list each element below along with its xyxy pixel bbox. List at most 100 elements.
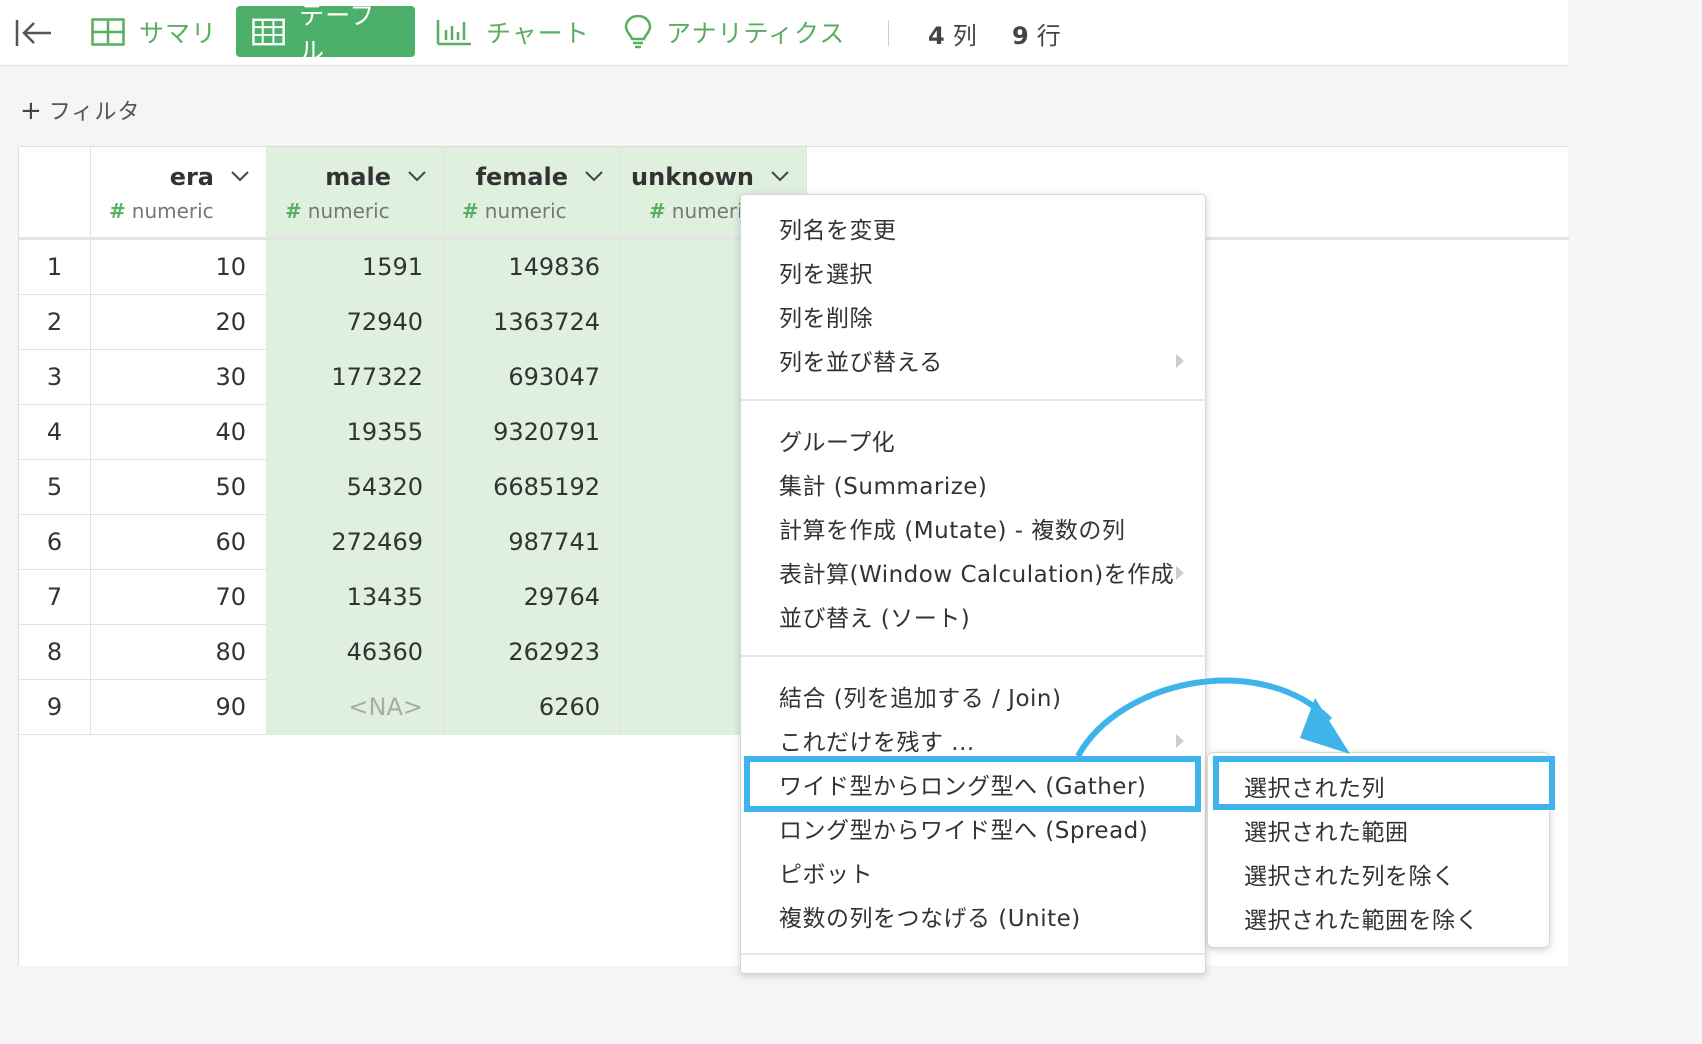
bar-chart-icon xyxy=(436,19,471,45)
table-cell[interactable]: 272469 xyxy=(267,515,444,570)
chevron-down-icon[interactable] xyxy=(770,169,790,183)
tab-analytics[interactable]: アナリティクス xyxy=(608,6,861,57)
menu-item-delete-column[interactable]: 列を削除 xyxy=(779,299,873,333)
menu-item-pivot[interactable]: ピボット xyxy=(779,855,873,889)
row-index-cell[interactable]: 1 xyxy=(19,240,91,295)
menu-divider xyxy=(741,953,1207,955)
rows-count-value: 9 xyxy=(1012,22,1029,50)
submenu-item-selected-range[interactable]: 選択された範囲 xyxy=(1244,813,1409,847)
lightbulb-icon xyxy=(624,14,652,48)
plus-icon: + xyxy=(20,96,43,126)
table-cell[interactable]: 80 xyxy=(91,625,267,680)
table-cell[interactable]: 72940 xyxy=(267,295,444,350)
column-header-female[interactable]: female # numeric xyxy=(444,147,621,237)
chevron-down-icon[interactable] xyxy=(407,169,427,183)
table-row: 880463602629235 xyxy=(19,625,807,680)
table-cell[interactable]: 19355 xyxy=(267,405,444,460)
menu-item-spread[interactable]: ロング型からワイド型へ (Spread) xyxy=(779,811,1148,845)
submenu-arrow-icon xyxy=(1176,566,1184,580)
menu-item-unite[interactable]: 複数の列をつなげる (Unite) xyxy=(779,899,1081,933)
column-name: female xyxy=(475,163,568,191)
column-type-label: numeric xyxy=(131,199,214,223)
column-type-label: numeri xyxy=(671,199,743,223)
row-index-cell[interactable]: 3 xyxy=(19,350,91,405)
submenu-arrow-icon xyxy=(1176,734,1184,748)
menu-item-join[interactable]: 結合 (列を追加する / Join) xyxy=(779,679,1061,713)
menu-item-select-column[interactable]: 列を選択 xyxy=(779,255,873,289)
row-index-header xyxy=(19,147,91,237)
submenu-item-selected-columns[interactable]: 選択された列 xyxy=(1244,769,1385,803)
column-name: male xyxy=(325,163,391,191)
row-index-cell[interactable]: 7 xyxy=(19,570,91,625)
column-type-label: numeric xyxy=(484,199,567,223)
submenu-item-exclude-selected-range[interactable]: 選択された範囲を除く xyxy=(1244,901,1479,935)
column-header-era[interactable]: era # numeric xyxy=(91,147,267,237)
tab-summary[interactable]: サマリ xyxy=(75,6,233,57)
submenu-item-exclude-selected-columns[interactable]: 選択された列を除く xyxy=(1244,857,1456,891)
menu-item-sort[interactable]: 並び替え (ソート) xyxy=(779,599,970,633)
tab-chart[interactable]: チャート xyxy=(420,6,606,57)
menu-item-rename-column[interactable]: 列名を変更 xyxy=(779,211,897,245)
tab-table[interactable]: テーブル xyxy=(236,1,415,66)
numeric-type-icon: # xyxy=(649,199,666,223)
table-cell[interactable]: 6260 xyxy=(444,680,621,735)
menu-item-gather[interactable]: ワイド型からロング型へ (Gather) xyxy=(779,767,1146,801)
table-cell[interactable]: 1591 xyxy=(267,240,444,295)
table-row: 990<NA>6260< xyxy=(19,680,807,735)
table-cell[interactable]: 262923 xyxy=(444,625,621,680)
numeric-type-icon: # xyxy=(285,199,302,223)
table-cell[interactable]: 70 xyxy=(91,570,267,625)
table-cell[interactable]: 13435 xyxy=(267,570,444,625)
menu-item-keep-only[interactable]: これだけを残す ... xyxy=(779,723,975,757)
column-type: # numeri xyxy=(649,199,743,223)
table-cell[interactable]: 30 xyxy=(91,350,267,405)
table-cell[interactable]: 40 xyxy=(91,405,267,460)
column-context-menu: 列名を変更 列を選択 列を削除 列を並び替える グループ化 集計 (Summar… xyxy=(740,194,1207,974)
column-header-male[interactable]: male # numeric xyxy=(267,147,444,237)
columns-count-unit: 列 xyxy=(952,22,977,50)
table-cell[interactable]: 149836 xyxy=(444,240,621,295)
table-cell[interactable]: <NA> xyxy=(267,680,444,735)
table-cell[interactable]: 54320 xyxy=(267,460,444,515)
menu-item-mutate-multiple[interactable]: 計算を作成 (Mutate) - 複数の列 xyxy=(779,511,1125,545)
gather-submenu: 選択された列 選択された範囲 選択された列を除く 選択された範囲を除く xyxy=(1207,752,1550,948)
menu-item-group-by[interactable]: グループ化 xyxy=(779,423,895,457)
table-cell[interactable]: 9320791 xyxy=(444,405,621,460)
filter-label: フィルタ xyxy=(48,100,141,125)
table-row: 550543206685192342 xyxy=(19,460,807,515)
table-icon xyxy=(252,18,285,45)
chevron-down-icon[interactable] xyxy=(230,169,250,183)
table-cell[interactable]: 50 xyxy=(91,460,267,515)
row-index-cell[interactable]: 8 xyxy=(19,625,91,680)
table-cell[interactable]: 177322 xyxy=(267,350,444,405)
table-cell[interactable]: 29764 xyxy=(444,570,621,625)
menu-item-window-calculation[interactable]: 表計算(Window Calculation)を作成 xyxy=(779,555,1174,589)
table-row: 440193559320791483 xyxy=(19,405,807,460)
add-filter-button[interactable]: + フィルタ xyxy=(20,94,140,126)
table-row: 77013435297642 xyxy=(19,570,807,625)
row-index-cell[interactable]: 4 xyxy=(19,405,91,460)
columns-count-value: 4 xyxy=(928,22,945,50)
table-cell[interactable]: 1363724 xyxy=(444,295,621,350)
table-cell[interactable]: 60 xyxy=(91,515,267,570)
table-cell[interactable]: 6685192 xyxy=(444,460,621,515)
table-row: 22072940136372444 xyxy=(19,295,807,350)
row-index-cell[interactable]: 9 xyxy=(19,680,91,735)
row-index-cell[interactable]: 6 xyxy=(19,515,91,570)
toolbar: サマリ テーブル チャート アナリティクス 4列 9 行 xyxy=(0,0,1568,66)
tab-label: テーブル xyxy=(299,0,376,66)
table-cell[interactable]: 10 xyxy=(91,240,267,295)
collapse-left-icon[interactable] xyxy=(14,16,54,50)
table-cell[interactable]: 987741 xyxy=(444,515,621,570)
table-cell[interactable]: 20 xyxy=(91,295,267,350)
submenu-arrow-icon xyxy=(1176,354,1184,368)
menu-item-reorder-columns[interactable]: 列を並び替える xyxy=(779,343,943,377)
menu-item-summarize[interactable]: 集計 (Summarize) xyxy=(779,467,987,501)
row-index-cell[interactable]: 2 xyxy=(19,295,91,350)
table-cell[interactable]: 90 xyxy=(91,680,267,735)
table-cell[interactable]: 693047 xyxy=(444,350,621,405)
chevron-down-icon[interactable] xyxy=(584,169,604,183)
row-index-cell[interactable]: 5 xyxy=(19,460,91,515)
columns-count: 4列 xyxy=(928,16,977,51)
table-cell[interactable]: 46360 xyxy=(267,625,444,680)
